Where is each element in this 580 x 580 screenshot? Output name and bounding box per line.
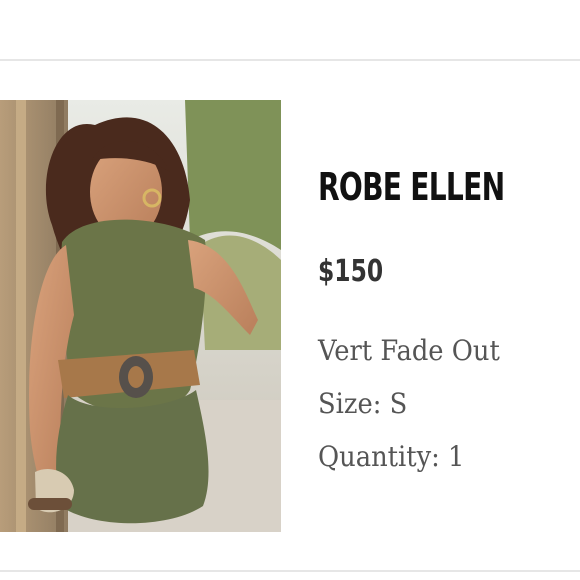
product-variant: Vert Fade Out [318,334,500,367]
product-size: Size: S [318,387,408,420]
product-quantity: Quantity: 1 [318,440,465,473]
top-divider [0,59,580,61]
product-price: $150 [318,254,384,289]
cart-item-page: ROBE ELLEN $150 Vert Fade Out Size: S Qu… [0,0,580,580]
product-title[interactable]: ROBE ELLEN [318,162,505,212]
bottom-divider [0,570,580,572]
product-photo-icon[interactable] [0,100,281,532]
cart-item-card[interactable]: ROBE ELLEN $150 Vert Fade Out Size: S Qu… [0,100,580,532]
